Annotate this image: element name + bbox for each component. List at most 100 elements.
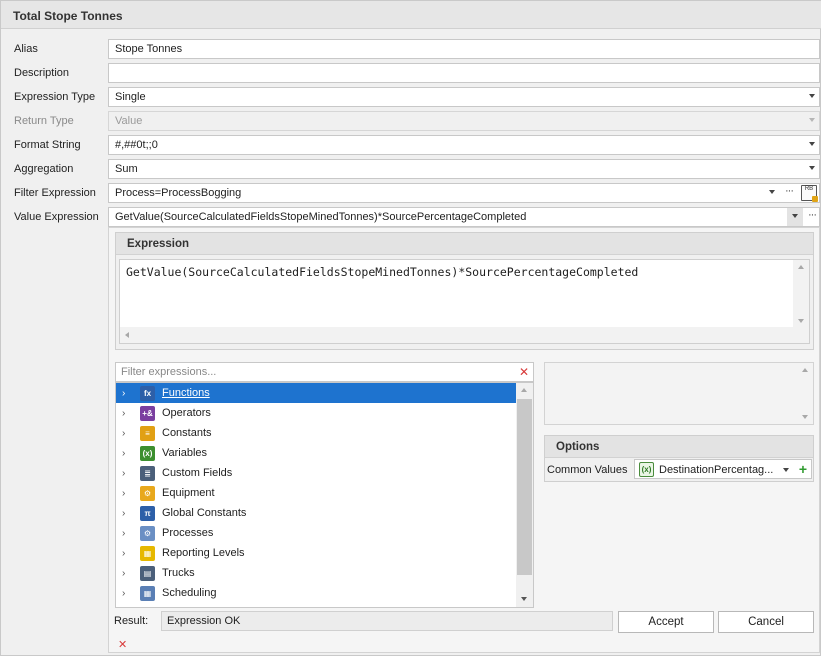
aggregation-label: Aggregation bbox=[14, 163, 74, 175]
tree-item-global-constants[interactable]: › π Global Constants bbox=[116, 503, 518, 523]
chevron-down-icon[interactable] bbox=[783, 468, 789, 472]
expression-editor-window: Total Stope Tonnes Alias Stope Tonnes De… bbox=[0, 0, 821, 656]
options-header: Options bbox=[545, 436, 813, 458]
result-label: Result: bbox=[114, 615, 149, 627]
expand-chevron-icon[interactable]: › bbox=[122, 448, 130, 459]
tree-item-scheduling[interactable]: › ▦ Scheduling bbox=[116, 583, 518, 603]
tree-vertical-scrollbar[interactable] bbox=[516, 383, 533, 607]
expand-chevron-icon[interactable]: › bbox=[122, 508, 130, 519]
expression-editor[interactable]: GetValue(SourceCalculatedFieldsStopeMine… bbox=[119, 259, 810, 344]
chevron-down-icon[interactable] bbox=[809, 142, 815, 146]
expand-chevron-icon[interactable]: › bbox=[122, 588, 130, 599]
tree-item-label: Constants bbox=[162, 427, 212, 439]
expression-group: Expression GetValue(SourceCalculatedFiel… bbox=[115, 232, 814, 350]
description-scrollbar[interactable] bbox=[797, 363, 813, 424]
expression-tree: › fx Functions › +& Operators › ≡ Constants › (x) V… bbox=[115, 382, 534, 608]
trucks-icon: ▤ bbox=[140, 565, 155, 581]
scroll-up-icon[interactable] bbox=[798, 265, 804, 269]
description-field[interactable] bbox=[108, 63, 820, 83]
tree-item-custom-fields[interactable]: › ≣ Custom Fields bbox=[116, 463, 518, 483]
variables-icon: (x) bbox=[140, 445, 155, 461]
scroll-down-icon[interactable] bbox=[802, 415, 808, 419]
operators-icon: +& bbox=[140, 405, 155, 421]
filter-placeholder: Filter expressions... bbox=[121, 366, 217, 378]
expand-chevron-icon[interactable]: › bbox=[122, 568, 130, 579]
error-status-icon: ✕ bbox=[118, 639, 128, 651]
expression-type-select[interactable]: Single bbox=[108, 87, 820, 107]
item-description-pane bbox=[544, 362, 814, 425]
expression-type-value: Single bbox=[115, 91, 146, 103]
expand-chevron-icon[interactable]: › bbox=[122, 488, 130, 499]
chevron-down-icon[interactable] bbox=[769, 190, 775, 194]
result-value: Expression OK bbox=[167, 615, 241, 627]
value-expression-label: Value Expression bbox=[14, 211, 99, 223]
tree-item-label: Functions bbox=[162, 387, 210, 399]
aggregation-select[interactable]: Sum bbox=[108, 159, 820, 179]
filter-expression-value: Process=ProcessBogging bbox=[115, 187, 242, 199]
editor-horizontal-scrollbar[interactable] bbox=[120, 327, 793, 343]
common-values-label: Common Values bbox=[547, 464, 628, 476]
add-icon[interactable]: + bbox=[799, 461, 807, 477]
tree-item-label: Operators bbox=[162, 407, 211, 419]
tree-scroll-thumb[interactable] bbox=[517, 399, 532, 575]
chevron-up-icon[interactable] bbox=[792, 214, 798, 218]
options-group: Options Common Values (x) DestinationPer… bbox=[544, 435, 814, 482]
format-string-select[interactable]: #,##0t;;0 bbox=[108, 135, 820, 155]
ellipsis-button[interactable]: ··· bbox=[785, 185, 794, 197]
accept-button[interactable]: Accept bbox=[618, 611, 714, 633]
tree-item-label: Global Constants bbox=[162, 507, 247, 519]
editor-vertical-scrollbar[interactable] bbox=[793, 260, 809, 343]
variables-icon: (x) bbox=[639, 462, 654, 477]
rule-builder-icon[interactable]: RB bbox=[801, 185, 818, 202]
value-expression-field[interactable]: GetValue(SourceCalculatedFieldsStopeMine… bbox=[108, 207, 820, 227]
scroll-up-icon[interactable] bbox=[802, 368, 808, 372]
function-icon: fx bbox=[140, 385, 155, 401]
format-string-value: #,##0t;;0 bbox=[115, 139, 158, 151]
alias-value: Stope Tonnes bbox=[115, 43, 183, 55]
custom-fields-icon: ≣ bbox=[140, 465, 155, 481]
tree-item-label: Trucks bbox=[162, 567, 195, 579]
tree-item-label: Equipment bbox=[162, 487, 215, 499]
return-type-select: Value bbox=[108, 111, 820, 131]
filter-expression-label: Filter Expression bbox=[14, 187, 96, 199]
tree-item-label: Processes bbox=[162, 527, 214, 539]
alias-label: Alias bbox=[14, 43, 38, 55]
alias-field[interactable]: Stope Tonnes bbox=[108, 39, 820, 59]
tree-item-equipment[interactable]: › ⚙ Equipment bbox=[116, 483, 518, 503]
chevron-down-icon[interactable] bbox=[809, 166, 815, 170]
expand-chevron-icon[interactable]: › bbox=[122, 548, 130, 559]
tree-rows: › fx Functions › +& Operators › ≡ Constants › (x) V… bbox=[116, 383, 533, 603]
ellipsis-button[interactable]: ··· bbox=[808, 209, 817, 221]
scroll-down-icon[interactable] bbox=[521, 597, 527, 601]
scroll-down-icon[interactable] bbox=[798, 319, 804, 323]
common-values-value: DestinationPercentag... bbox=[659, 464, 774, 476]
tree-item-operators[interactable]: › +& Operators bbox=[116, 403, 518, 423]
expand-chevron-icon[interactable]: › bbox=[122, 428, 130, 439]
filter-expressions-input[interactable]: Filter expressions... ✕ bbox=[115, 362, 534, 382]
tree-item-functions[interactable]: › fx Functions bbox=[116, 383, 518, 403]
tree-item-processes[interactable]: › ⚙ Processes bbox=[116, 523, 518, 543]
expand-chevron-icon[interactable]: › bbox=[122, 388, 130, 399]
expression-type-label: Expression Type bbox=[14, 91, 96, 103]
cancel-button[interactable]: Cancel bbox=[718, 611, 814, 633]
chevron-down-icon[interactable] bbox=[809, 94, 815, 98]
expand-chevron-icon[interactable]: › bbox=[122, 468, 130, 479]
clear-icon[interactable]: ✕ bbox=[519, 365, 529, 379]
tree-item-label: Variables bbox=[162, 447, 208, 459]
return-type-value: Value bbox=[115, 115, 143, 127]
equipment-icon: ⚙ bbox=[140, 485, 155, 501]
tree-item-constants[interactable]: › ≡ Constants bbox=[116, 423, 518, 443]
tree-item-trucks[interactable]: › ▤ Trucks bbox=[116, 563, 518, 583]
expand-chevron-icon[interactable]: › bbox=[122, 408, 130, 419]
common-values-select[interactable]: (x) DestinationPercentag... + bbox=[634, 459, 812, 479]
tree-item-reporting-levels[interactable]: › ▦ Reporting Levels bbox=[116, 543, 518, 563]
expand-chevron-icon[interactable]: › bbox=[122, 528, 130, 539]
tree-item-variables[interactable]: › (x) Variables bbox=[116, 443, 518, 463]
pi-icon: π bbox=[140, 505, 155, 521]
scroll-up-icon[interactable] bbox=[521, 388, 527, 392]
aggregation-value: Sum bbox=[115, 163, 138, 175]
format-string-label: Format String bbox=[14, 139, 81, 151]
scroll-left-icon[interactable] bbox=[125, 332, 129, 338]
expression-text: GetValue(SourceCalculatedFieldsStopeMine… bbox=[126, 265, 639, 279]
filter-expression-field[interactable]: Process=ProcessBogging ··· RB bbox=[108, 183, 820, 203]
